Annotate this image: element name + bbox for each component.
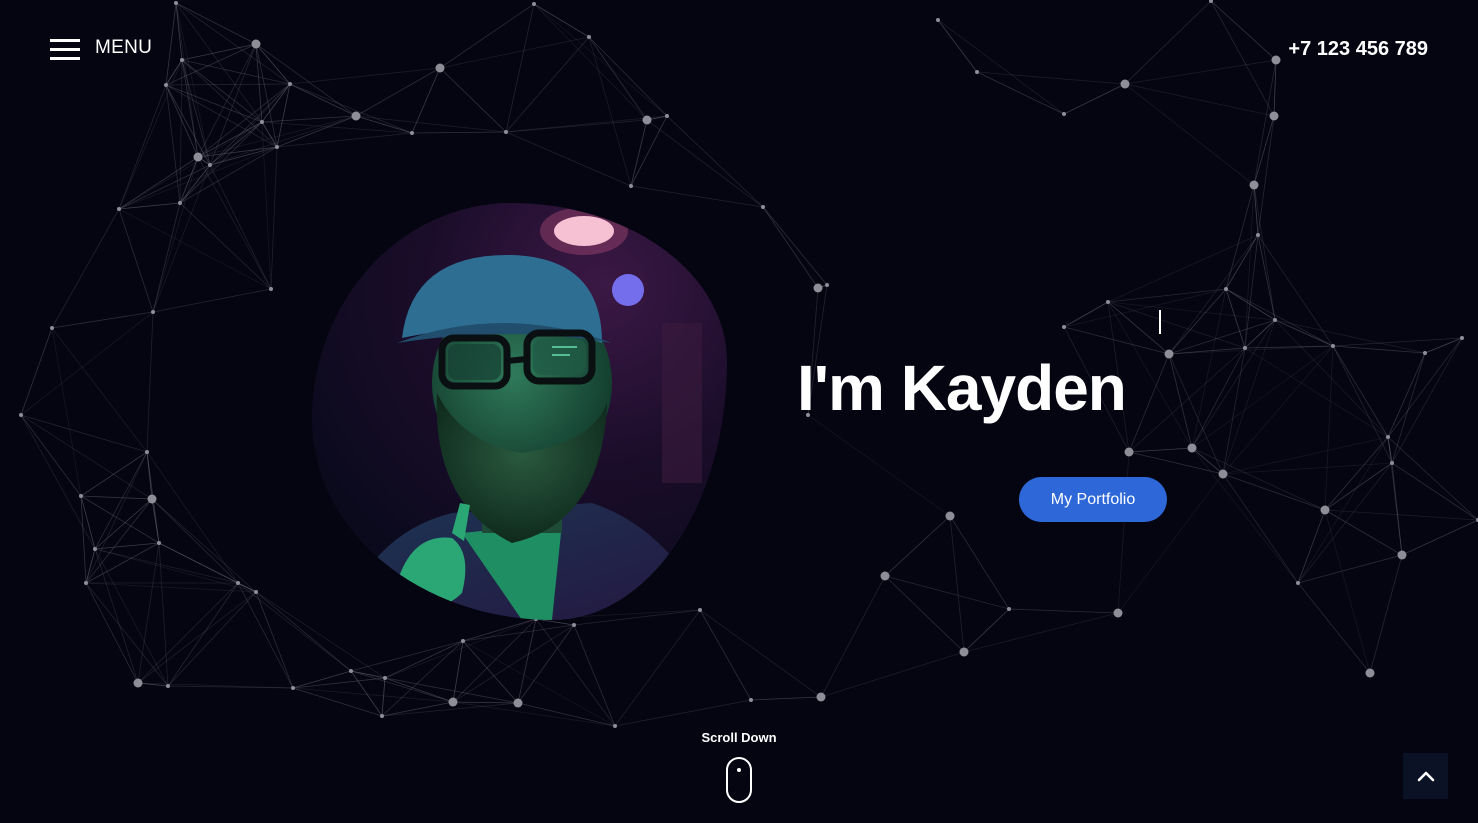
- mouse-scroll-icon[interactable]: [726, 757, 752, 803]
- scroll-down-label[interactable]: Scroll Down: [689, 730, 789, 745]
- hero-title: I'm Kayden: [797, 352, 1127, 424]
- menu-toggle[interactable]: MENU: [50, 37, 152, 60]
- chevron-up-icon[interactable]: [1417, 770, 1435, 782]
- particle-network-background: [19, 0, 1478, 728]
- typing-cursor: [1159, 310, 1161, 334]
- hamburger-menu-icon[interactable]: [50, 37, 80, 60]
- my-portfolio-button[interactable]: My Portfolio: [1019, 477, 1167, 522]
- back-to-top-button[interactable]: [1403, 753, 1448, 799]
- phone-link[interactable]: +7 123 456 789: [1288, 38, 1428, 61]
- hero-page: MENU +7 123 456 789 I'm Kayden My Portfo…: [0, 0, 1478, 823]
- scroll-down[interactable]: Scroll Down: [689, 730, 789, 808]
- menu-label[interactable]: MENU: [95, 37, 152, 59]
